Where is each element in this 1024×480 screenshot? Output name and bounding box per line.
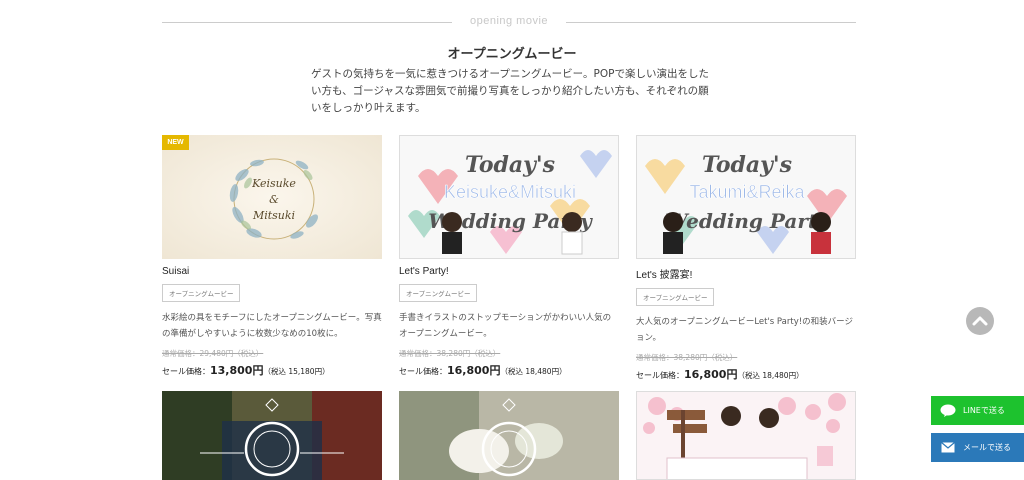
regular-price: 通常価格：38,280円（税込）: [636, 353, 738, 362]
thumb-name-2: Mitsuki: [252, 209, 295, 222]
sale-label: セール価格：: [636, 371, 684, 380]
scroll-to-top-button[interactable]: [966, 307, 994, 335]
party-illustration-image: Today's Keisuke&Mitsuki Wedding Party: [400, 136, 618, 258]
product-thumbnail[interactable]: Today's Keisuke&Mitsuki Wedding Party: [399, 135, 619, 259]
thumb-couple: Takumi&Reika: [689, 182, 805, 202]
thumb-todays: Today's: [465, 152, 555, 178]
thumb-todays: Today's: [702, 152, 792, 178]
sale-price-line: セール価格：13,800円（税込 15,180円）: [162, 362, 382, 378]
product-description: 水彩絵の具をモチーフにしたオープニングムービー。写真の準備がしやすいように枚数少…: [162, 313, 382, 339]
divider-right: [566, 22, 856, 23]
regular-price: 通常価格：29,480円（税込）: [162, 349, 264, 358]
product-thumbnail[interactable]: Keisuke & Mitsuki NEW: [162, 135, 382, 259]
section-en-heading: opening movie: [469, 15, 549, 27]
sale-price: 16,800円: [684, 368, 738, 381]
thumb-ampersand: &: [269, 193, 279, 206]
line-share-button[interactable]: LINEで送る: [931, 396, 1024, 425]
watercolor-wreath-image: Keisuke & Mitsuki: [162, 135, 382, 259]
product-card-row2-2[interactable]: [399, 391, 619, 480]
cherry-blossom-illustration-image: [637, 392, 855, 479]
sale-price-tax: （税込 15,180円）: [263, 367, 330, 376]
section-heading: opening movie: [162, 13, 856, 33]
regular-price: 通常価格：38,280円（税込）: [399, 349, 501, 358]
sale-price: 16,800円: [447, 364, 501, 377]
intro-text: ゲストの気持ちを一気に惹きつけるオープニングムービー。POPで楽しい演出をしたい…: [311, 68, 709, 114]
sale-price-line: セール価格：16,800円（税込 18,480円）: [399, 362, 619, 378]
page-title: オープニングムービー: [447, 47, 577, 62]
line-share-label: LINEで送る: [963, 406, 1005, 415]
product-description: 大人気のオープニングムービーLet's Party!の和装バージョン。: [636, 317, 853, 343]
kimono-couple-image: [162, 391, 382, 480]
sale-price-line: セール価格：16,800円（税込 18,480円）: [636, 366, 856, 382]
sale-price-tax: （税込 18,480円）: [737, 371, 804, 380]
category-tag[interactable]: オープニングムービー: [162, 284, 241, 302]
product-card-row2-1[interactable]: [162, 391, 382, 480]
sale-label: セール価格：: [162, 367, 210, 376]
new-badge: NEW: [162, 135, 189, 150]
product-card-lets-party[interactable]: Today's Keisuke&Mitsuki Wedding Party Le…: [399, 135, 619, 378]
product-card-row2-3[interactable]: [636, 391, 856, 480]
product-thumbnail[interactable]: Today's Takumi&Reika Wedding Party: [636, 135, 856, 259]
product-thumbnail[interactable]: [399, 391, 619, 480]
party-illustration-image: Today's Takumi&Reika Wedding Party: [637, 136, 855, 258]
mail-share-button[interactable]: メールで送る: [931, 433, 1024, 462]
mail-share-label: メールで送る: [963, 443, 1011, 452]
product-thumbnail[interactable]: [636, 391, 856, 480]
mail-icon: [940, 441, 956, 454]
thumb-wedding-party: Wedding Party: [665, 209, 830, 233]
chevron-up-icon: [972, 316, 988, 326]
line-icon: [940, 404, 956, 417]
product-name[interactable]: Let's Party!: [399, 266, 619, 277]
sale-price-tax: （税込 18,480円）: [500, 367, 567, 376]
sale-price: 13,800円: [210, 364, 264, 377]
product-card-lets-hiroen[interactable]: Today's Takumi&Reika Wedding Party Let's…: [636, 135, 856, 382]
product-card-suisai[interactable]: Keisuke & Mitsuki NEW Suisai オープニングムービー …: [162, 135, 382, 378]
category-tag[interactable]: オープニングムービー: [636, 288, 715, 306]
sale-label: セール価格：: [399, 367, 447, 376]
product-description: 手書きイラストのストップモーションがかわいい人気のオープニングムービー。: [399, 313, 612, 339]
product-name[interactable]: Suisai: [162, 266, 382, 277]
category-tag[interactable]: オープニングムービー: [399, 284, 478, 302]
thumb-name-1: Keisuke: [251, 177, 296, 190]
product-name[interactable]: Let's 披露宴!: [636, 266, 856, 281]
bouquet-photo-image: [399, 391, 619, 480]
product-thumbnail[interactable]: [162, 391, 382, 480]
thumb-couple: Keisuke&Mitsuki: [444, 182, 576, 202]
